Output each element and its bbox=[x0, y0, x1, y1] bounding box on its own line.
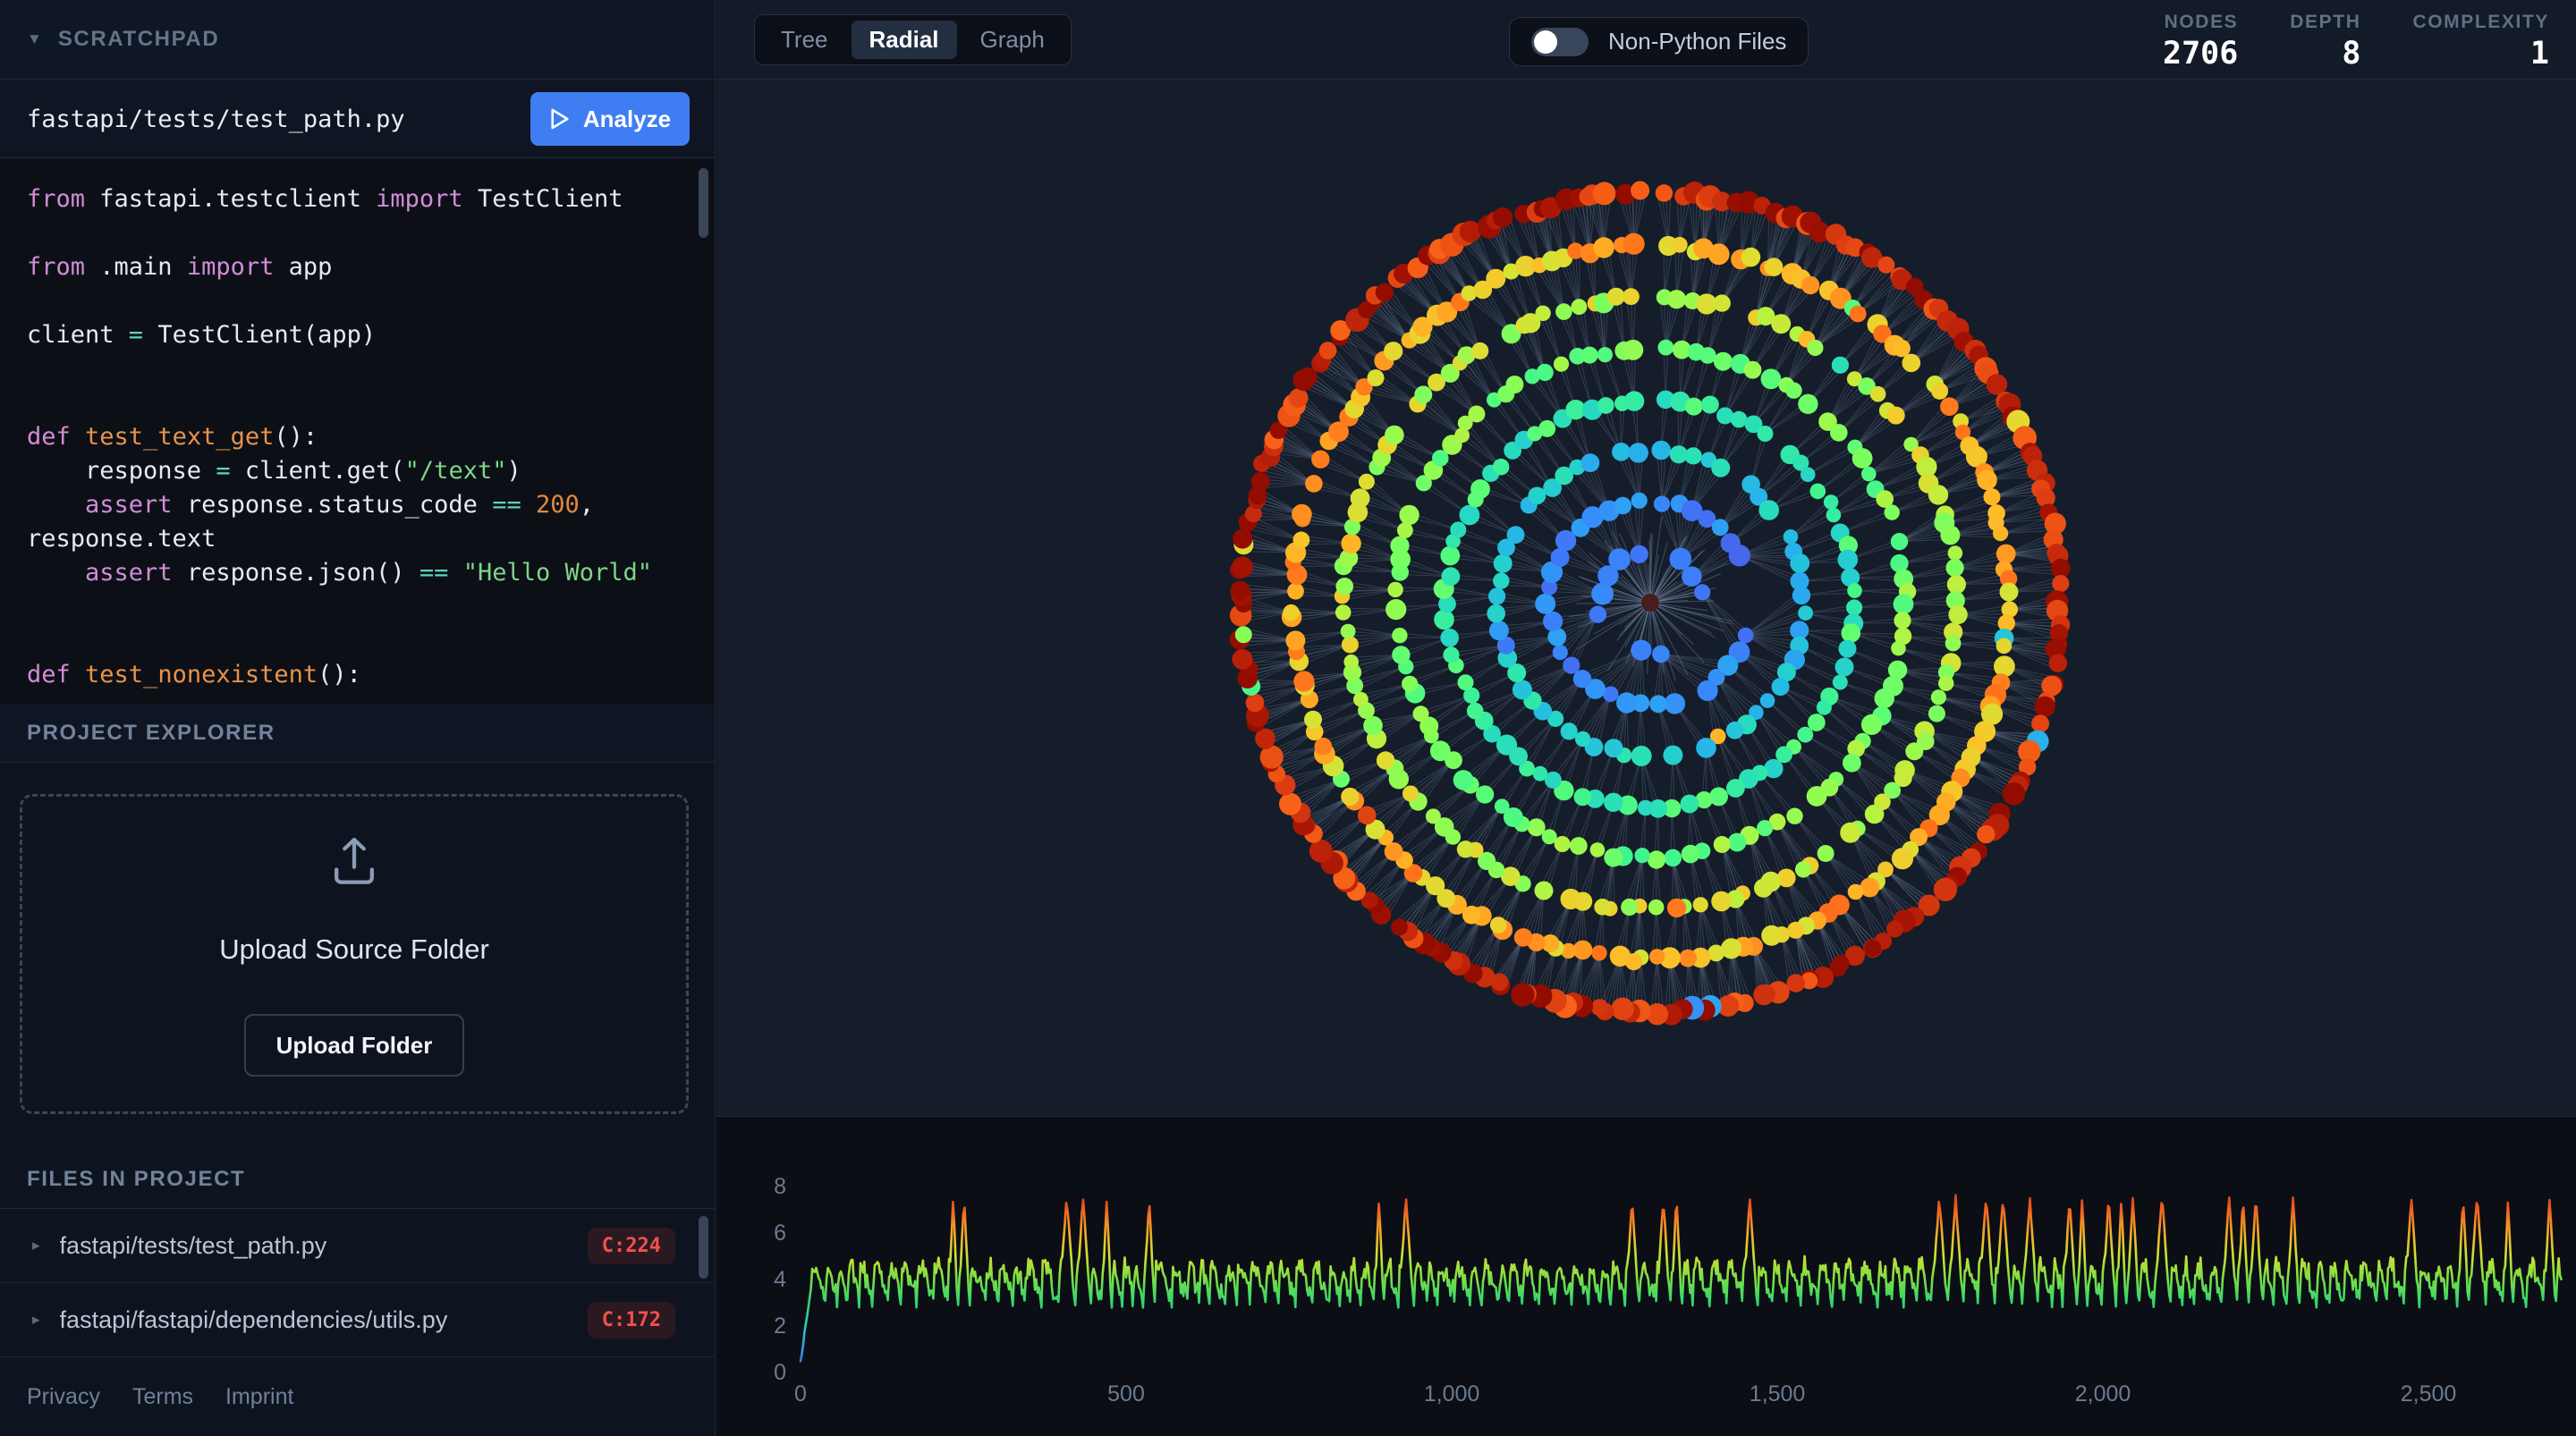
play-icon bbox=[549, 107, 571, 131]
svg-text:2,500: 2,500 bbox=[2401, 1381, 2457, 1406]
stat-depth: DEPTH 8 bbox=[2290, 12, 2360, 72]
code-line: response = client.get("/text") bbox=[27, 454, 679, 488]
upload-text: Upload Source Folder bbox=[219, 933, 489, 966]
scratchpad-header[interactable]: ▼ SCRATCHPAD bbox=[0, 0, 715, 80]
sidebar: ▼ SCRATCHPAD fastapi/tests/test_path.py … bbox=[0, 0, 716, 1436]
code-line: from .main import app bbox=[27, 250, 679, 284]
svg-text:2,000: 2,000 bbox=[2075, 1381, 2131, 1406]
code-line bbox=[27, 624, 679, 658]
code-editor[interactable]: from fastapi.testclient import TestClien… bbox=[0, 159, 715, 704]
code-line bbox=[27, 284, 679, 318]
stat-depth-value: 8 bbox=[2290, 36, 2360, 72]
main-area: Tree Radial Graph Non-Python Files NODES… bbox=[716, 0, 2576, 1436]
code-line: assert response.json() == "Hello World" bbox=[27, 556, 679, 590]
chevron-down-icon: ▼ bbox=[27, 30, 42, 48]
toggle-track[interactable] bbox=[1531, 28, 1589, 56]
imprint-link[interactable]: Imprint bbox=[225, 1384, 293, 1410]
svg-text:4: 4 bbox=[774, 1267, 786, 1292]
view-mode-tabs: Tree Radial Graph bbox=[754, 14, 1072, 65]
radial-tree-svg[interactable] bbox=[716, 80, 2576, 1116]
depth-sequence-chart-svg[interactable]: 0 2 4 6 8 0 500 1,000 1,500 2,000 2,500 bbox=[716, 1117, 2576, 1436]
code-line: response.text bbox=[27, 522, 679, 556]
file-path-label: fastapi/tests/test_path.py bbox=[60, 1232, 568, 1260]
stats-bar: NODES 2706 DEPTH 8 COMPLEXITY 1 bbox=[2163, 12, 2549, 72]
toggle-label: Non-Python Files bbox=[1608, 28, 1786, 55]
upload-dropzone[interactable]: Upload Source Folder Upload Folder bbox=[20, 794, 689, 1114]
depth-chart-panel[interactable]: 0 2 4 6 8 0 500 1,000 1,500 2,000 2,500 bbox=[716, 1116, 2576, 1436]
file-row-utils[interactable]: ▸ fastapi/fastapi/dependencies/utils.py … bbox=[0, 1283, 715, 1357]
svg-text:0: 0 bbox=[774, 1360, 786, 1385]
terms-link[interactable]: Terms bbox=[132, 1384, 193, 1410]
project-explorer-title: PROJECT EXPLORER bbox=[27, 721, 275, 746]
privacy-link[interactable]: Privacy bbox=[27, 1384, 100, 1410]
stat-nodes-label: NODES bbox=[2163, 12, 2238, 33]
svg-text:0: 0 bbox=[794, 1381, 807, 1406]
file-list-scrollbar[interactable] bbox=[699, 1216, 708, 1279]
radial-visualization-panel[interactable] bbox=[716, 80, 2576, 1116]
code-editor-scrollbar[interactable] bbox=[699, 168, 708, 238]
stat-depth-label: DEPTH bbox=[2290, 12, 2360, 33]
files-in-project-header: FILES IN PROJECT bbox=[0, 1150, 715, 1209]
stat-complexity-value: 1 bbox=[2412, 36, 2549, 72]
file-row-test-path[interactable]: ▸ fastapi/tests/test_path.py C:224 bbox=[0, 1209, 715, 1283]
tab-tree[interactable]: Tree bbox=[763, 21, 846, 59]
upload-icon bbox=[324, 832, 385, 892]
stat-complexity-label: COMPLEXITY bbox=[2412, 12, 2549, 33]
code-line bbox=[27, 216, 679, 250]
code-line: assert response.status_code == 200, bbox=[27, 488, 679, 522]
scratchpad-file-path: fastapi/tests/test_path.py bbox=[27, 106, 530, 133]
svg-text:8: 8 bbox=[774, 1174, 786, 1199]
code-line: client = TestClient(app) bbox=[27, 318, 679, 352]
code-line: def test_nonexistent(): bbox=[27, 658, 679, 692]
file-path-label: fastapi/fastapi/dependencies/utils.py bbox=[60, 1306, 568, 1334]
svg-text:1,000: 1,000 bbox=[1424, 1381, 1480, 1406]
svg-text:1,500: 1,500 bbox=[1750, 1381, 1806, 1406]
analyze-label: Analyze bbox=[583, 106, 671, 133]
stat-nodes-value: 2706 bbox=[2163, 36, 2238, 72]
stat-complexity: COMPLEXITY 1 bbox=[2412, 12, 2549, 72]
tab-radial[interactable]: Radial bbox=[852, 21, 957, 59]
tab-graph[interactable]: Graph bbox=[962, 21, 1063, 59]
chevron-right-icon: ▸ bbox=[32, 1237, 40, 1254]
analyze-button[interactable]: Analyze bbox=[530, 92, 690, 146]
topbar: Tree Radial Graph Non-Python Files NODES… bbox=[716, 0, 2576, 80]
file-list: ▸ fastapi/tests/test_path.py C:224 ▸ fas… bbox=[0, 1209, 715, 1357]
svg-text:500: 500 bbox=[1107, 1381, 1145, 1406]
complexity-badge: C:172 bbox=[588, 1302, 675, 1339]
code-line: def test_text_get(): bbox=[27, 420, 679, 454]
upload-folder-button[interactable]: Upload Folder bbox=[244, 1014, 464, 1077]
project-explorer-header: PROJECT EXPLORER bbox=[0, 705, 715, 763]
scratchpad-title: SCRATCHPAD bbox=[58, 27, 219, 52]
chevron-right-icon: ▸ bbox=[32, 1311, 40, 1329]
code-line bbox=[27, 352, 679, 386]
scratchpad-file-row: fastapi/tests/test_path.py Analyze bbox=[0, 80, 715, 158]
stat-nodes: NODES 2706 bbox=[2163, 12, 2238, 72]
non-python-files-toggle[interactable]: Non-Python Files bbox=[1509, 17, 1809, 66]
code-line bbox=[27, 590, 679, 624]
code-line: from fastapi.testclient import TestClien… bbox=[27, 182, 679, 216]
sidebar-footer: Privacy Terms Imprint bbox=[0, 1358, 715, 1436]
svg-text:2: 2 bbox=[774, 1314, 786, 1339]
toggle-knob[interactable] bbox=[1534, 30, 1557, 54]
svg-text:6: 6 bbox=[774, 1221, 786, 1246]
code-line bbox=[27, 386, 679, 420]
files-in-project-title: FILES IN PROJECT bbox=[27, 1167, 245, 1192]
complexity-badge: C:224 bbox=[588, 1228, 675, 1264]
